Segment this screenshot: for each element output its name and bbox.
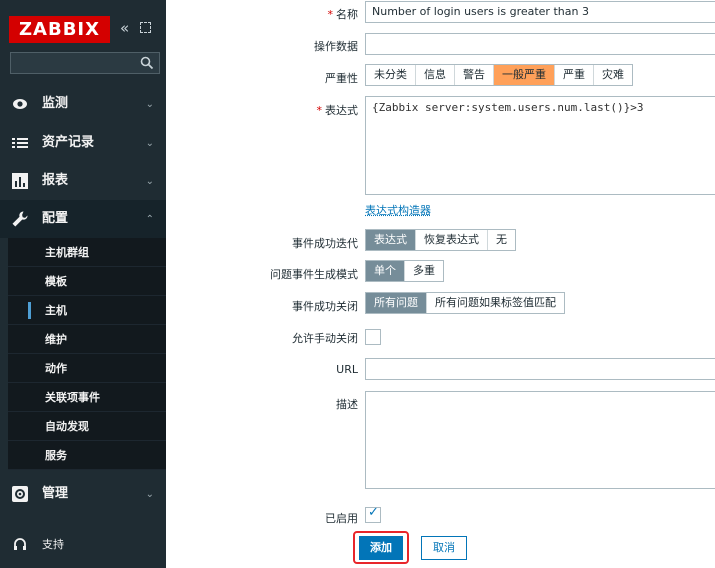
menu-label-reports: 报表 — [42, 172, 68, 190]
wrench-icon — [11, 210, 29, 228]
closes-if-tag-matches[interactable]: 所有问题如果标签值匹配 — [427, 293, 564, 313]
chevron-down-icon: ⌄ — [146, 489, 154, 500]
kiosk-mode-icon[interactable] — [140, 22, 151, 33]
submenu-item-actions[interactable]: 动作 — [8, 354, 166, 383]
opdata-input[interactable] — [365, 33, 715, 55]
problem-event-mode-selector: 单个 多重 — [365, 260, 444, 282]
gear-icon — [11, 485, 29, 503]
required-asterisk: * — [317, 104, 323, 117]
sidebar: ZABBIX « 监测 ⌄ 资产记录 ⌄ 报表 ⌄ 配置 ⌃ 主机群组 模板 主… — [0, 0, 166, 568]
name-label: * 名称 — [328, 6, 359, 22]
severity-selector: 未分类 信息 警告 一般严重 严重 灾难 — [365, 64, 633, 86]
ok-event-generation-label: 事件成功迭代 — [292, 235, 358, 251]
description-textarea[interactable] — [365, 391, 715, 489]
severity-not-classified[interactable]: 未分类 — [366, 65, 416, 85]
menu-label-administration: 管理 — [42, 485, 68, 503]
severity-average[interactable]: 一般严重 — [494, 65, 555, 85]
checkmark-icon: ✓ — [368, 505, 379, 520]
submenu-item-services[interactable]: 服务 — [8, 441, 166, 470]
url-input[interactable] — [365, 358, 715, 380]
menu-item-inventory[interactable]: 资产记录 ⌄ — [0, 124, 166, 162]
menu-item-monitoring[interactable]: 监测 ⌄ — [0, 85, 166, 123]
menu-item-reports[interactable]: 报表 ⌄ — [0, 162, 166, 200]
severity-label: 严重性 — [325, 70, 358, 86]
expression-textarea[interactable]: {Zabbix server:system.users.num.last()}>… — [365, 96, 715, 195]
search-box — [10, 52, 160, 74]
required-asterisk: * — [328, 8, 334, 21]
opdata-label: 操作数据 — [314, 38, 358, 54]
menu-item-support[interactable]: 支持 — [0, 526, 166, 564]
expression-label: * 表达式 — [317, 102, 359, 118]
chevron-down-icon: ⌄ — [146, 138, 154, 149]
collapse-sidebar-icon[interactable]: « — [120, 19, 129, 37]
cancel-button[interactable]: 取消 — [421, 536, 467, 560]
zabbix-logo[interactable]: ZABBIX — [9, 16, 110, 43]
severity-warning[interactable]: 警告 — [455, 65, 494, 85]
ok-event-expression[interactable]: 表达式 — [366, 230, 416, 250]
submenu-item-host-groups[interactable]: 主机群组 — [8, 238, 166, 267]
configuration-submenu: 主机群组 模板 主机 维护 动作 关联项事件 自动发现 服务 — [8, 238, 166, 470]
ok-event-recovery-expression[interactable]: 恢复表达式 — [416, 230, 488, 250]
logo-row: ZABBIX « — [0, 0, 166, 50]
trigger-form: * 名称 Number of login users is greater tha… — [166, 0, 715, 568]
add-button[interactable]: 添加 — [359, 536, 403, 560]
ok-event-generation-selector: 表达式 恢复表达式 无 — [365, 229, 516, 251]
problem-event-mode-label: 问题事件生成模式 — [270, 266, 358, 282]
description-label: 描述 — [336, 396, 358, 412]
submenu-item-maintenance[interactable]: 维护 — [8, 325, 166, 354]
menu-label-support: 支持 — [42, 536, 64, 554]
eye-icon — [11, 95, 29, 113]
enabled-label: 已启用 — [325, 510, 358, 526]
search-input[interactable] — [13, 55, 133, 71]
severity-high[interactable]: 严重 — [555, 65, 594, 85]
ok-event-none[interactable]: 无 — [488, 230, 515, 250]
expression-constructor-link[interactable]: 表达式构造器 — [365, 202, 431, 218]
headset-icon — [11, 536, 29, 554]
manual-close-checkbox[interactable] — [365, 329, 381, 345]
severity-disaster[interactable]: 灾难 — [594, 65, 632, 85]
chevron-up-icon: ⌃ — [146, 214, 154, 225]
bar-chart-icon — [11, 172, 29, 190]
menu-item-administration[interactable]: 管理 ⌄ — [0, 475, 166, 513]
closes-all-problems[interactable]: 所有问题 — [366, 293, 427, 313]
ok-event-closes-selector: 所有问题 所有问题如果标签值匹配 — [365, 292, 565, 314]
menu-item-configuration[interactable]: 配置 ⌃ — [0, 200, 166, 238]
menu-label-monitoring: 监测 — [42, 95, 68, 113]
enabled-checkbox[interactable]: ✓ — [365, 507, 381, 523]
ok-event-closes-label: 事件成功关闭 — [292, 298, 358, 314]
submenu-item-templates[interactable]: 模板 — [8, 267, 166, 296]
submenu-item-discovery[interactable]: 自动发现 — [8, 412, 166, 441]
url-label: URL — [336, 363, 358, 376]
problem-mode-single[interactable]: 单个 — [366, 261, 405, 281]
menu-label-inventory: 资产记录 — [42, 134, 94, 152]
chevron-down-icon: ⌄ — [146, 99, 154, 110]
submenu-item-correlation[interactable]: 关联项事件 — [8, 383, 166, 412]
severity-information[interactable]: 信息 — [416, 65, 455, 85]
chevron-down-icon: ⌄ — [146, 176, 154, 187]
name-input[interactable]: Number of login users is greater than 3 — [365, 1, 715, 23]
submenu-item-hosts[interactable]: 主机 — [8, 296, 166, 325]
problem-mode-multiple[interactable]: 多重 — [405, 261, 443, 281]
menu-label-configuration: 配置 — [42, 210, 68, 228]
list-icon — [11, 134, 29, 152]
search-icon[interactable] — [140, 56, 154, 70]
manual-close-label: 允许手动关闭 — [292, 330, 358, 346]
